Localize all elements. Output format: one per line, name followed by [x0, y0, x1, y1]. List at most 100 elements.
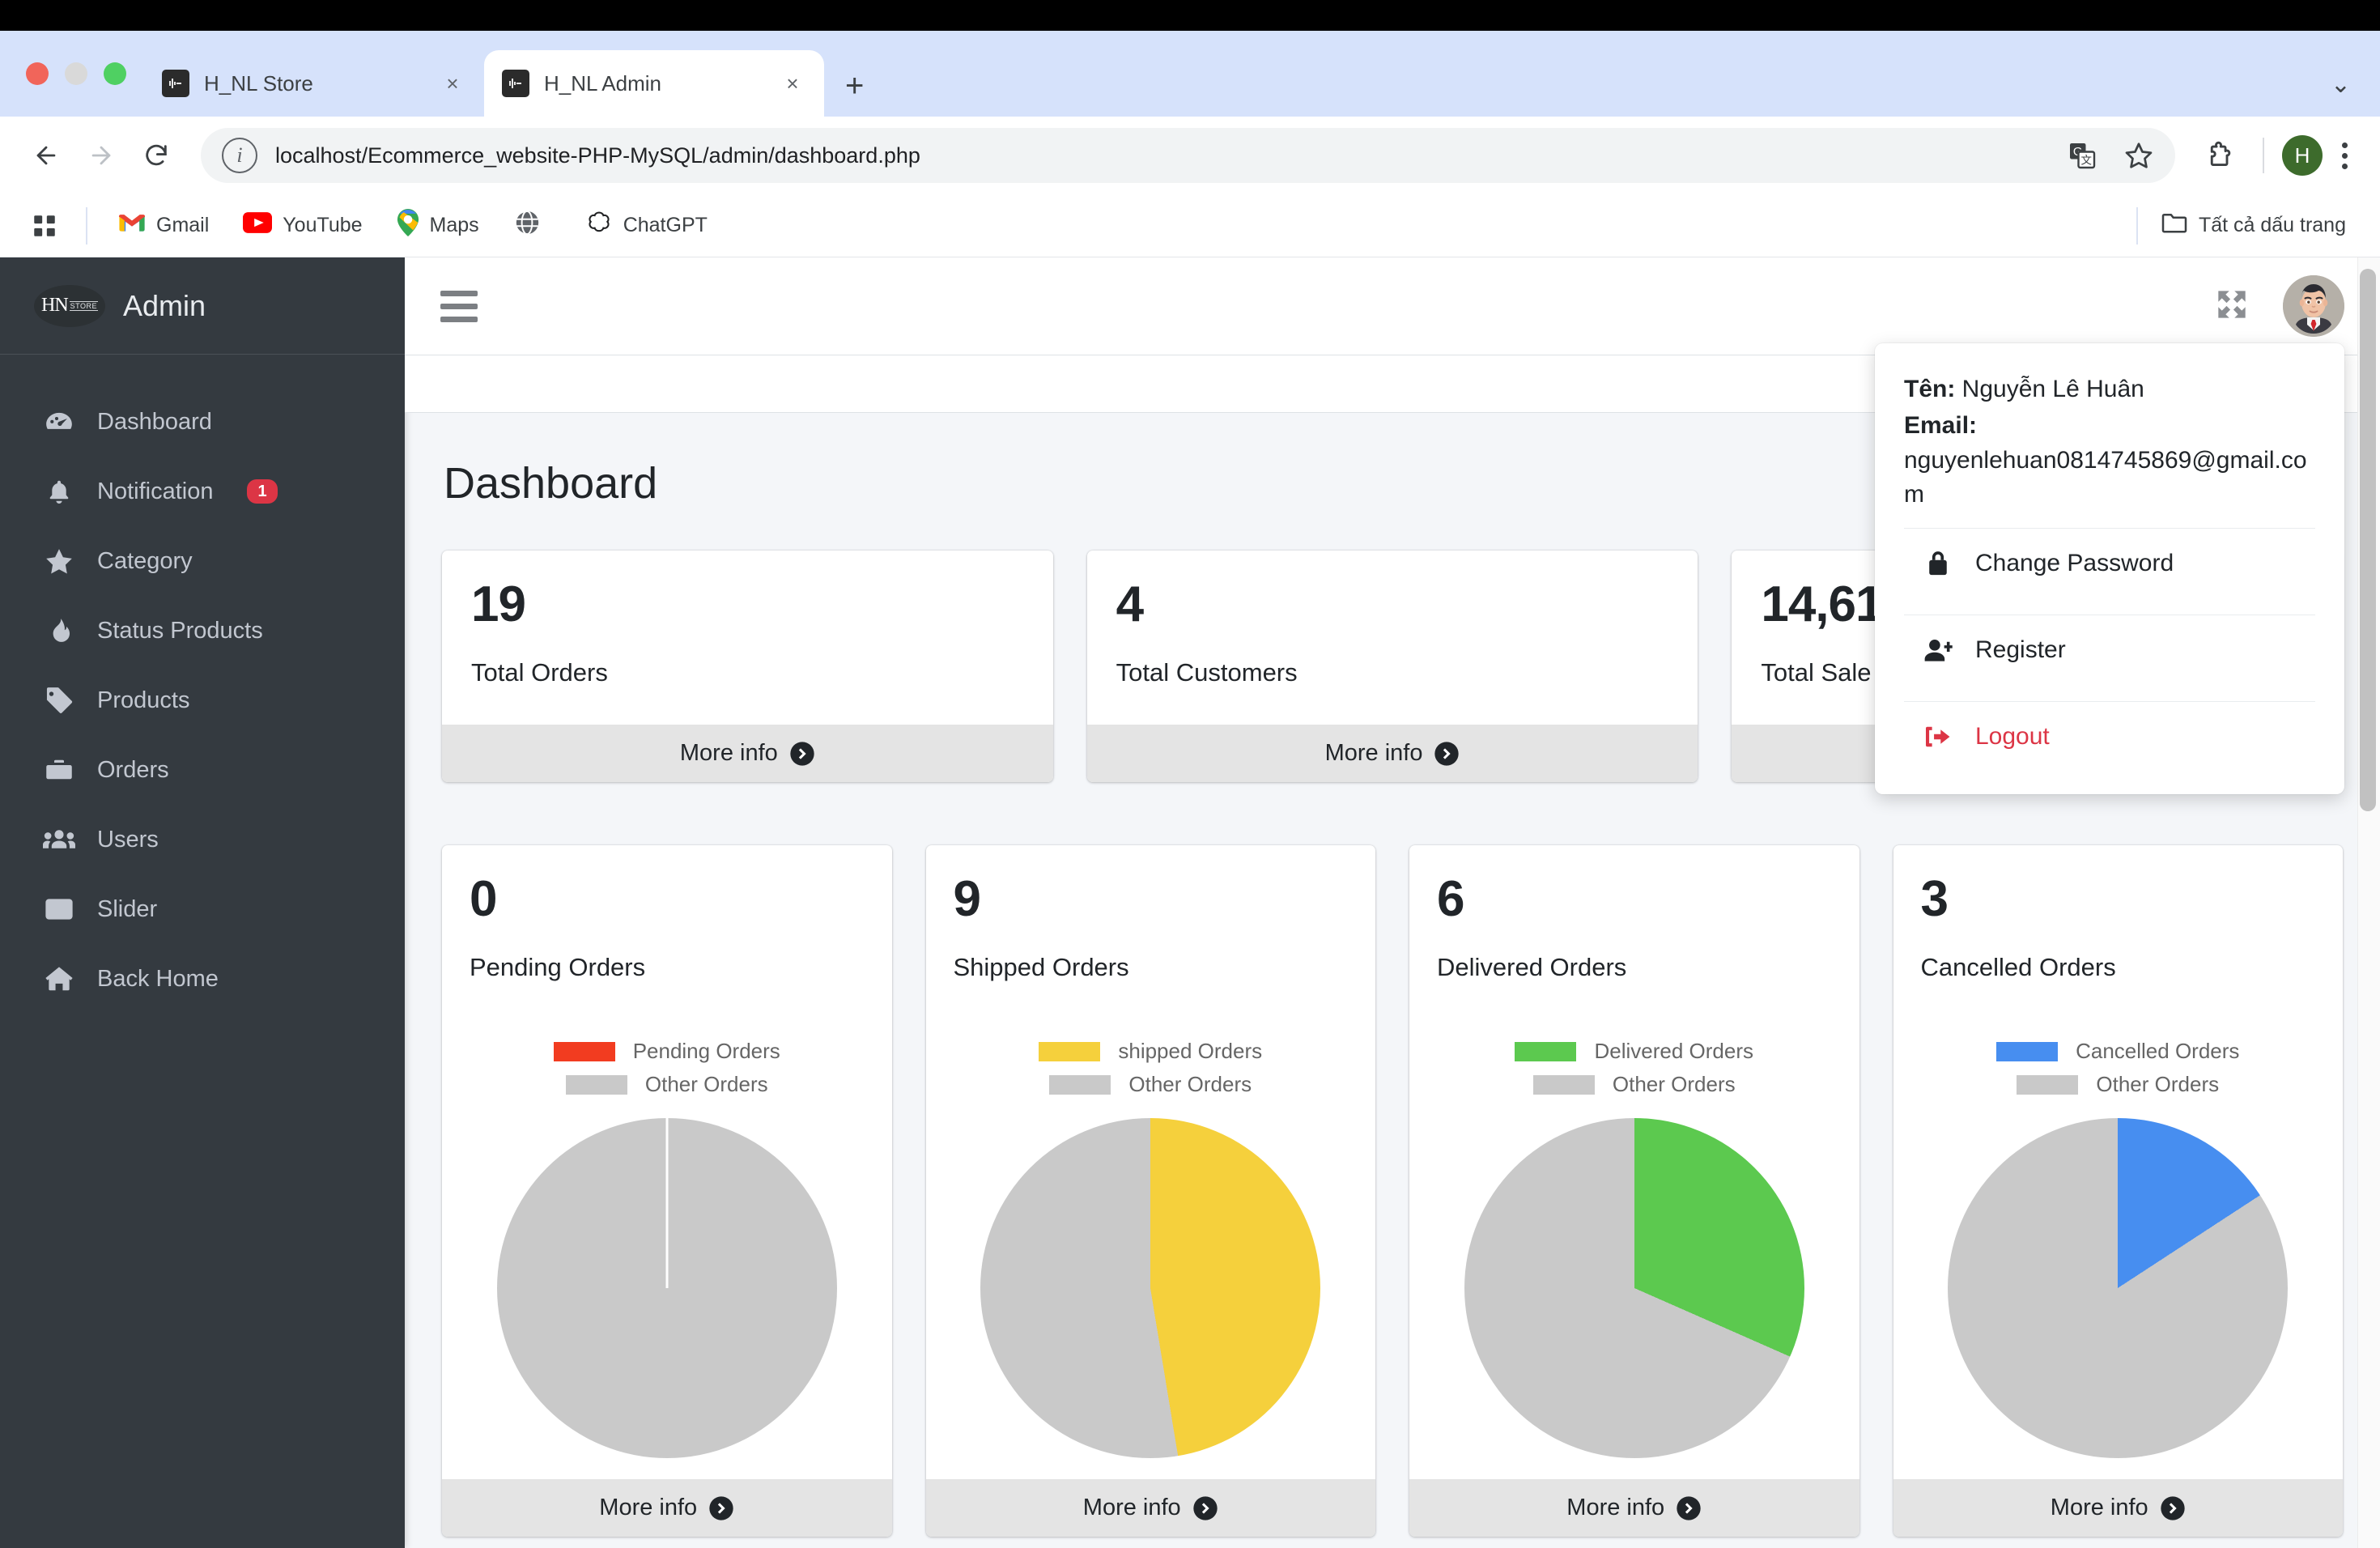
pie-chart	[980, 1118, 1321, 1459]
browser-tab-admin[interactable]: H_NL Admin ×	[484, 50, 824, 117]
legend-label: Other Orders	[1612, 1072, 1736, 1097]
sidebar-item-products[interactable]: Products	[0, 666, 405, 735]
chart-title: Shipped Orders	[953, 953, 1129, 982]
forward-icon[interactable]	[76, 130, 126, 181]
bookmark-chatgpt[interactable]: ChatGPT	[572, 204, 720, 247]
close-icon[interactable]: ×	[779, 71, 806, 96]
bookmark-youtube[interactable]: YouTube	[230, 207, 375, 244]
sidebar-nav: Dashboard Notification 1 Category Status…	[0, 355, 405, 1014]
image-icon	[42, 894, 76, 925]
bookmark-label: Gmail	[156, 214, 210, 236]
scrollbar-thumb[interactable]	[2360, 269, 2376, 811]
reload-icon[interactable]	[131, 130, 181, 181]
register-button[interactable]: Register	[1904, 615, 2315, 685]
menu-item-label: Change Password	[1975, 550, 2174, 576]
legend-label: Other Orders	[2096, 1072, 2220, 1097]
svg-text:文: 文	[2081, 155, 2093, 167]
all-bookmarks-button[interactable]: Tất cả dấu trang	[2148, 206, 2359, 245]
stat-label: Total Orders	[471, 658, 608, 687]
sidebar-item-notification[interactable]: Notification 1	[0, 457, 405, 526]
legend-item: Other Orders	[1049, 1072, 1252, 1097]
tab-title: H_NL Store	[204, 70, 313, 96]
sidebar-item-category[interactable]: Category	[0, 526, 405, 596]
user-add-icon	[1922, 638, 1954, 662]
minimize-window-button[interactable]	[65, 62, 87, 85]
sidebar-item-users[interactable]: Users	[0, 805, 405, 874]
bookmark-gmail[interactable]: Gmail	[105, 207, 222, 244]
sidebar-item-status-products[interactable]: Status Products	[0, 596, 405, 666]
legend-label: Delivered Orders	[1594, 1039, 1753, 1064]
user-dropdown-panel: Tên: Nguyễn Lê Huân Email: nguyenlehuan0…	[1875, 343, 2344, 794]
close-window-button[interactable]	[26, 62, 49, 85]
chart-card-delivered-orders: 6 Delivered Orders Delivered Orders Othe…	[1409, 845, 1859, 1537]
bookmark-globe[interactable]	[500, 204, 564, 247]
all-bookmarks-label: Tất cả dấu trang	[2198, 214, 2346, 236]
star-icon	[42, 546, 76, 576]
translate-icon[interactable]: G文	[2057, 130, 2107, 181]
chart-value: 6	[1437, 871, 1464, 928]
pie-chart	[496, 1118, 837, 1459]
more-info-link[interactable]: More info	[442, 1479, 892, 1537]
arrow-circle-right-icon	[1676, 1495, 1702, 1521]
logout-button[interactable]: Logout	[1904, 702, 2315, 772]
arrow-circle-right-icon	[708, 1495, 734, 1521]
more-info-label: More info	[599, 1495, 698, 1521]
chrome-menu-icon[interactable]	[2331, 142, 2359, 169]
legend-label: Other Orders	[644, 1072, 768, 1097]
bookmark-label: ChatGPT	[623, 214, 708, 236]
title-bar-strip	[0, 0, 2380, 31]
maximize-window-button[interactable]	[104, 62, 126, 85]
menu-toggle-icon[interactable]	[440, 284, 478, 329]
more-info-label: More info	[679, 740, 778, 767]
legend-swatch	[1039, 1041, 1101, 1061]
change-password-button[interactable]: Change Password	[1904, 529, 2315, 598]
logo-secondary-text: STORE	[69, 300, 98, 311]
more-info-link[interactable]: More info	[442, 725, 1053, 783]
store-logo-icon: HN STORE	[34, 284, 105, 327]
top-navbar	[405, 257, 2380, 355]
logo-primary-text: HN	[40, 295, 69, 316]
sidebar-item-back-home[interactable]: Back Home	[0, 944, 405, 1014]
more-info-link[interactable]: More info	[1409, 1479, 1859, 1537]
sidebar-item-label: Orders	[97, 756, 169, 783]
sidebar-brand[interactable]: HN STORE Admin	[0, 257, 405, 355]
users-icon	[42, 823, 76, 856]
chevron-down-icon[interactable]: ⌄	[2331, 70, 2351, 99]
more-info-label: More info	[1566, 1495, 1665, 1521]
sidebar-item-dashboard[interactable]: Dashboard	[0, 387, 405, 457]
chart-value: 3	[1920, 871, 1949, 928]
sidebar-item-orders[interactable]: Orders	[0, 735, 405, 805]
close-icon[interactable]: ×	[439, 71, 466, 96]
browser-tab-store[interactable]: H_NL Store ×	[144, 50, 484, 117]
legend-item: Pending Orders	[553, 1039, 780, 1064]
user-name-value: Nguyễn Lê Huân	[1961, 376, 2144, 402]
more-info-link[interactable]: More info	[925, 1479, 1375, 1537]
sidebar-item-slider[interactable]: Slider	[0, 874, 405, 944]
stat-value: 4	[1116, 576, 1144, 632]
fullscreen-expand-icon[interactable]	[2213, 286, 2250, 327]
user-name-label: Tên:	[1904, 376, 1956, 402]
back-icon[interactable]	[21, 130, 71, 181]
user-avatar-button[interactable]	[2283, 275, 2344, 337]
pie-chart	[1464, 1118, 1804, 1459]
address-bar[interactable]: i localhost/Ecommerce_website-PHP-MySQL/…	[201, 128, 2175, 183]
page-scrollbar[interactable]	[2357, 257, 2380, 1548]
apps-grid-icon[interactable]	[21, 207, 68, 245]
page-viewport: HN STORE Admin Dashboard Notification 1 …	[0, 257, 2380, 1548]
legend-swatch	[565, 1074, 627, 1095]
bookmark-star-icon[interactable]	[2114, 130, 2164, 181]
more-info-label: More info	[1324, 740, 1423, 767]
more-info-link[interactable]: More info	[1086, 725, 1698, 783]
bookmark-label: Maps	[429, 214, 479, 236]
chart-legend: Pending Orders Other Orders	[470, 1039, 865, 1097]
bookmark-maps[interactable]: Maps	[384, 204, 492, 247]
chart-legend: Cancelled Orders Other Orders	[1921, 1039, 2316, 1097]
site-info-icon[interactable]: i	[222, 138, 257, 173]
new-tab-button[interactable]: +	[845, 70, 864, 102]
chatgpt-icon	[585, 209, 613, 242]
user-email-label-row: Email:	[1904, 407, 2315, 444]
extensions-icon[interactable]	[2195, 130, 2245, 181]
chrome-profile-avatar[interactable]: H	[2282, 135, 2323, 176]
more-info-link[interactable]: More info	[1893, 1479, 2343, 1537]
bookmark-label: YouTube	[283, 214, 363, 236]
